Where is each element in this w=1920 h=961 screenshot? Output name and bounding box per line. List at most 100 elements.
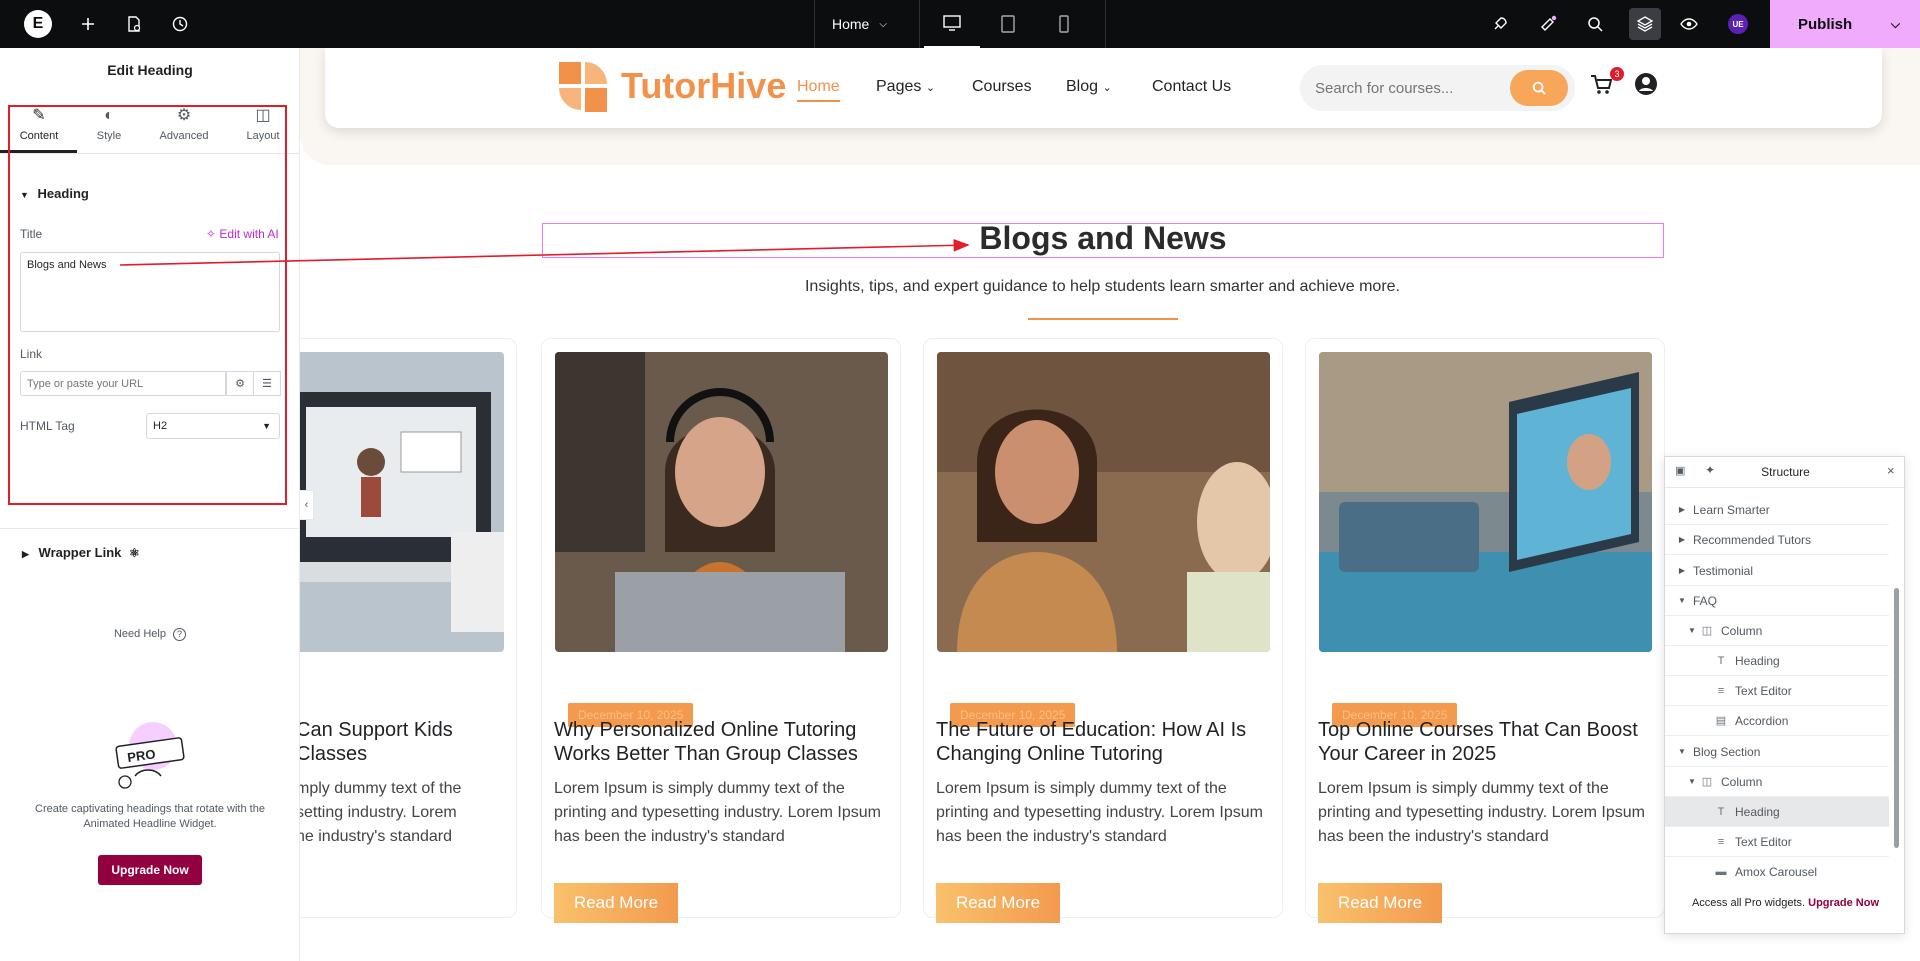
preview-eye-icon[interactable] bbox=[1677, 12, 1701, 36]
tab-advanced[interactable]: ⚙ Advanced bbox=[147, 106, 221, 142]
tab-content[interactable]: ✎ Content bbox=[2, 106, 76, 142]
page-settings-icon[interactable] bbox=[122, 12, 146, 36]
close-icon[interactable]: × bbox=[1887, 463, 1895, 478]
upgrade-now-button[interactable]: Upgrade Now bbox=[98, 855, 202, 885]
blog-heading[interactable]: Blogs and News bbox=[542, 220, 1664, 257]
heading-icon: T bbox=[1717, 805, 1725, 818]
caret-down-icon: ▼ bbox=[262, 421, 271, 431]
elementor-logo-icon[interactable]: E bbox=[24, 10, 52, 38]
blog-subheading: Insights, tips, and expert guidance to h… bbox=[804, 278, 1400, 295]
caret-right-icon[interactable]: ▶ bbox=[1675, 566, 1689, 575]
tab-style[interactable]: ◐ Style bbox=[72, 106, 146, 142]
ai-link-label: Edit with AI bbox=[219, 227, 279, 241]
history-icon[interactable] bbox=[168, 12, 192, 36]
chevron-down-icon: ⌄ bbox=[925, 82, 936, 94]
link-options-gear-icon[interactable]: ⚙ bbox=[226, 371, 254, 396]
read-more-button[interactable]: Read More bbox=[554, 883, 678, 923]
section-label: Wrapper Link bbox=[38, 545, 122, 560]
layers-icon[interactable] bbox=[1633, 12, 1657, 36]
blog-card-title[interactable]: Can Support Kids Classes bbox=[296, 718, 486, 766]
html-tag-select[interactable]: H2 ▼ bbox=[146, 413, 280, 439]
heading-icon: T bbox=[1717, 654, 1725, 667]
structure-row-label: Blog Section bbox=[1693, 744, 1761, 759]
desktop-view-icon[interactable] bbox=[924, 0, 980, 48]
structure-scrollbar[interactable] bbox=[1894, 588, 1899, 848]
dynamic-tags-icon[interactable]: ☰ bbox=[253, 371, 281, 396]
mobile-view-icon[interactable] bbox=[1036, 0, 1092, 48]
notifications-icon[interactable] bbox=[1536, 12, 1560, 36]
heading-divider bbox=[1028, 318, 1178, 320]
footer-text: Access all Pro widgets. bbox=[1691, 897, 1806, 909]
footer-upgrade-link[interactable]: Upgrade Now bbox=[1808, 897, 1879, 909]
caret-down-icon[interactable]: ▼ bbox=[1685, 626, 1699, 635]
caret-down-icon[interactable]: ▼ bbox=[1675, 596, 1689, 605]
tab-label: Style bbox=[96, 130, 122, 142]
read-more-button[interactable]: Read More bbox=[936, 883, 1060, 923]
html-tag-value: H2 bbox=[153, 420, 168, 432]
carousel-icon: ▬ bbox=[1715, 866, 1727, 878]
publish-button[interactable]: Publish ⌵ bbox=[1770, 0, 1920, 48]
structure-row[interactable]: ▤ Accordion bbox=[1665, 706, 1889, 736]
pencil-icon: ✎ bbox=[32, 107, 46, 124]
blog-card-image bbox=[937, 352, 1270, 652]
section-toggle-heading[interactable]: ▼ Heading bbox=[20, 186, 89, 201]
blog-card-title[interactable]: The Future of Education: How AI Is Chang… bbox=[936, 718, 1266, 766]
caret-down-icon[interactable]: ▼ bbox=[1685, 777, 1699, 786]
title-label: Title bbox=[20, 227, 43, 241]
structure-row[interactable]: ▶ Recommended Tutors bbox=[1665, 525, 1889, 555]
need-help-label: Need Help bbox=[113, 628, 166, 640]
tab-layout[interactable]: ◫ Layout bbox=[226, 106, 300, 142]
need-help-link[interactable]: Need Help ? bbox=[0, 628, 300, 641]
nav-label: Pages bbox=[876, 78, 922, 95]
title-textarea[interactable]: Blogs and News bbox=[20, 252, 280, 332]
divider bbox=[0, 153, 300, 154]
site-search-button[interactable] bbox=[1510, 70, 1568, 106]
nav-contact[interactable]: Contact Us bbox=[1152, 78, 1231, 96]
caret-right-icon: ▶ bbox=[22, 549, 29, 559]
blog-card-excerpt: Lorem Ipsum is simply dummy text of the … bbox=[554, 780, 881, 845]
structure-row-selected[interactable]: T Heading bbox=[1665, 797, 1889, 827]
brand-name[interactable]: TutorHive bbox=[621, 65, 786, 107]
structure-row[interactable]: ≡ Text Editor bbox=[1665, 827, 1889, 857]
structure-row[interactable]: ≡ Text Editor bbox=[1665, 676, 1889, 706]
pro-promo-illustration-icon: PRO bbox=[115, 722, 185, 789]
structure-row[interactable]: ▼ ◫ Column bbox=[1665, 767, 1889, 797]
caret-right-icon[interactable]: ▶ bbox=[1675, 505, 1689, 514]
tablet-view-icon[interactable] bbox=[980, 0, 1036, 48]
sparkle-icon: ✧ bbox=[206, 227, 217, 241]
structure-row[interactable]: ▬ Amox Carousel bbox=[1665, 857, 1889, 887]
structure-row[interactable]: T Heading bbox=[1665, 646, 1889, 676]
rocket-icon[interactable] bbox=[1488, 12, 1512, 36]
link-input[interactable] bbox=[20, 371, 226, 396]
nav-blog[interactable]: Blog ⌄ bbox=[1066, 78, 1112, 96]
blog-card-excerpt: Lorem Ipsum is simply dummy text of the … bbox=[936, 780, 1263, 845]
chevron-down-icon[interactable]: ⌵ bbox=[1891, 17, 1900, 32]
edit-with-ai-link[interactable]: ✧ Edit with AI bbox=[206, 227, 279, 241]
nav-pages[interactable]: Pages ⌄ bbox=[876, 78, 935, 96]
structure-row[interactable]: ▼ ◫ Column bbox=[1665, 616, 1889, 646]
user-account-icon[interactable] bbox=[1634, 72, 1658, 96]
structure-row[interactable]: ▼ FAQ bbox=[1665, 586, 1889, 616]
cart-count-badge: 3 bbox=[1610, 67, 1624, 81]
caret-down-icon[interactable]: ▼ bbox=[1675, 747, 1689, 756]
caret-right-icon[interactable]: ▶ bbox=[1675, 535, 1689, 544]
tutorhive-logo-icon[interactable] bbox=[557, 60, 609, 116]
nav-home[interactable]: Home bbox=[797, 78, 840, 102]
collapse-panel-icon[interactable]: ‹ bbox=[300, 490, 314, 520]
user-avatar[interactable]: UE bbox=[1728, 14, 1748, 34]
blog-card-title[interactable]: Top Online Courses That Can Boost Your C… bbox=[1318, 718, 1648, 766]
site-search-input[interactable] bbox=[1315, 65, 1495, 111]
blog-card-title[interactable]: Why Personalized Online Tutoring Works B… bbox=[554, 718, 884, 766]
search-icon[interactable] bbox=[1583, 12, 1607, 36]
tab-label: Advanced bbox=[159, 130, 209, 142]
read-more-button[interactable]: Read More bbox=[1318, 883, 1442, 923]
structure-row[interactable]: ▶ Learn Smarter bbox=[1665, 495, 1889, 525]
blog-card-image bbox=[555, 352, 888, 652]
page-selector[interactable]: Home ⌵ bbox=[814, 0, 920, 48]
add-element-icon[interactable] bbox=[76, 12, 100, 36]
structure-row[interactable]: ▼ Blog Section bbox=[1665, 737, 1889, 767]
nav-courses[interactable]: Courses bbox=[972, 78, 1032, 96]
structure-row[interactable]: ▶ Testimonial bbox=[1665, 556, 1889, 586]
cart-icon[interactable] bbox=[1590, 74, 1612, 96]
section-toggle-wrapper-link[interactable]: ▶ Wrapper Link ⚛ bbox=[22, 545, 140, 560]
